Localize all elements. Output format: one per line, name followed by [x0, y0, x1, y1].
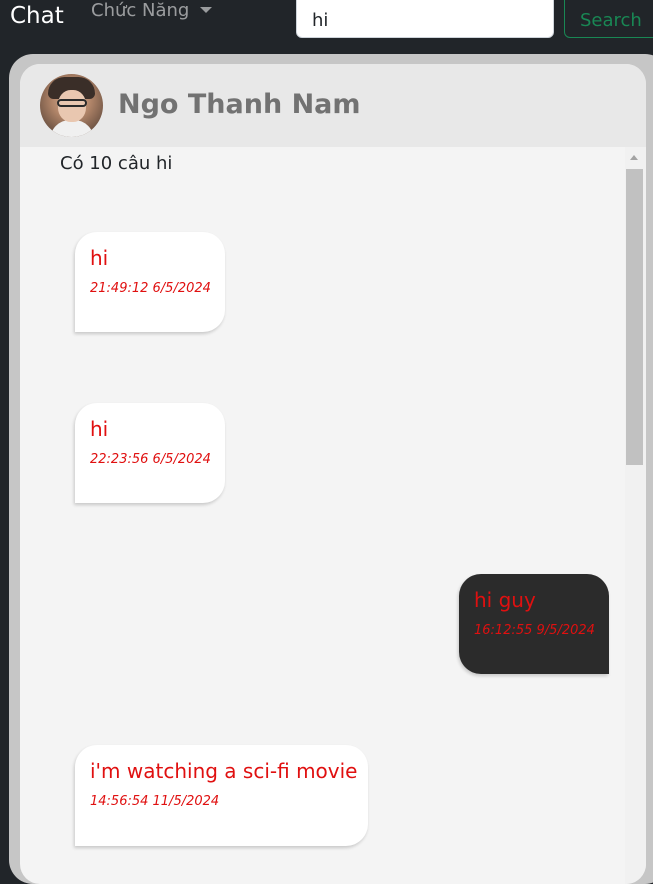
message-text: hi	[90, 417, 109, 441]
message-timestamp: 21:49:12 6/5/2024	[90, 281, 211, 296]
caret-down-icon	[200, 7, 213, 13]
features-dropdown-label: Chức Năng	[91, 0, 190, 21]
navbar: Chat Chức Năng Search	[0, 0, 653, 50]
message-bubble-sent: hi guy 16:12:55 9/5/2024	[459, 574, 609, 674]
search-input[interactable]	[296, 0, 554, 38]
contact-name: Ngo Thanh Nam	[118, 89, 361, 120]
search-button[interactable]: Search	[564, 0, 653, 38]
message-timestamp: 16:12:55 9/5/2024	[474, 623, 595, 638]
features-dropdown[interactable]: Chức Năng	[91, 0, 213, 22]
message-text: hi guy	[474, 588, 536, 612]
brand-title[interactable]: Chat	[10, 2, 64, 30]
scroll-up-arrow-icon[interactable]	[630, 155, 638, 160]
chat-panel: Ngo Thanh Nam Có 10 câu hi hi 21:49:12 6…	[20, 64, 646, 884]
scrollbar-thumb[interactable]	[626, 169, 643, 465]
search-result-count: Có 10 câu hi	[60, 153, 173, 174]
chat-header: Ngo Thanh Nam	[20, 64, 646, 147]
message-bubble-received: hi 21:49:12 6/5/2024	[75, 232, 225, 332]
message-bubble-received: i'm watching a sci-fi movie 14:56:54 11/…	[75, 745, 368, 846]
message-text: i'm watching a sci-fi movie	[90, 759, 358, 783]
message-bubble-received: hi 22:23:56 6/5/2024	[75, 403, 225, 503]
message-text: hi	[90, 246, 109, 270]
message-timestamp: 14:56:54 11/5/2024	[90, 794, 220, 809]
scrollbar[interactable]	[625, 147, 646, 884]
avatar[interactable]	[40, 74, 103, 137]
message-timestamp: 22:23:56 6/5/2024	[90, 452, 211, 467]
